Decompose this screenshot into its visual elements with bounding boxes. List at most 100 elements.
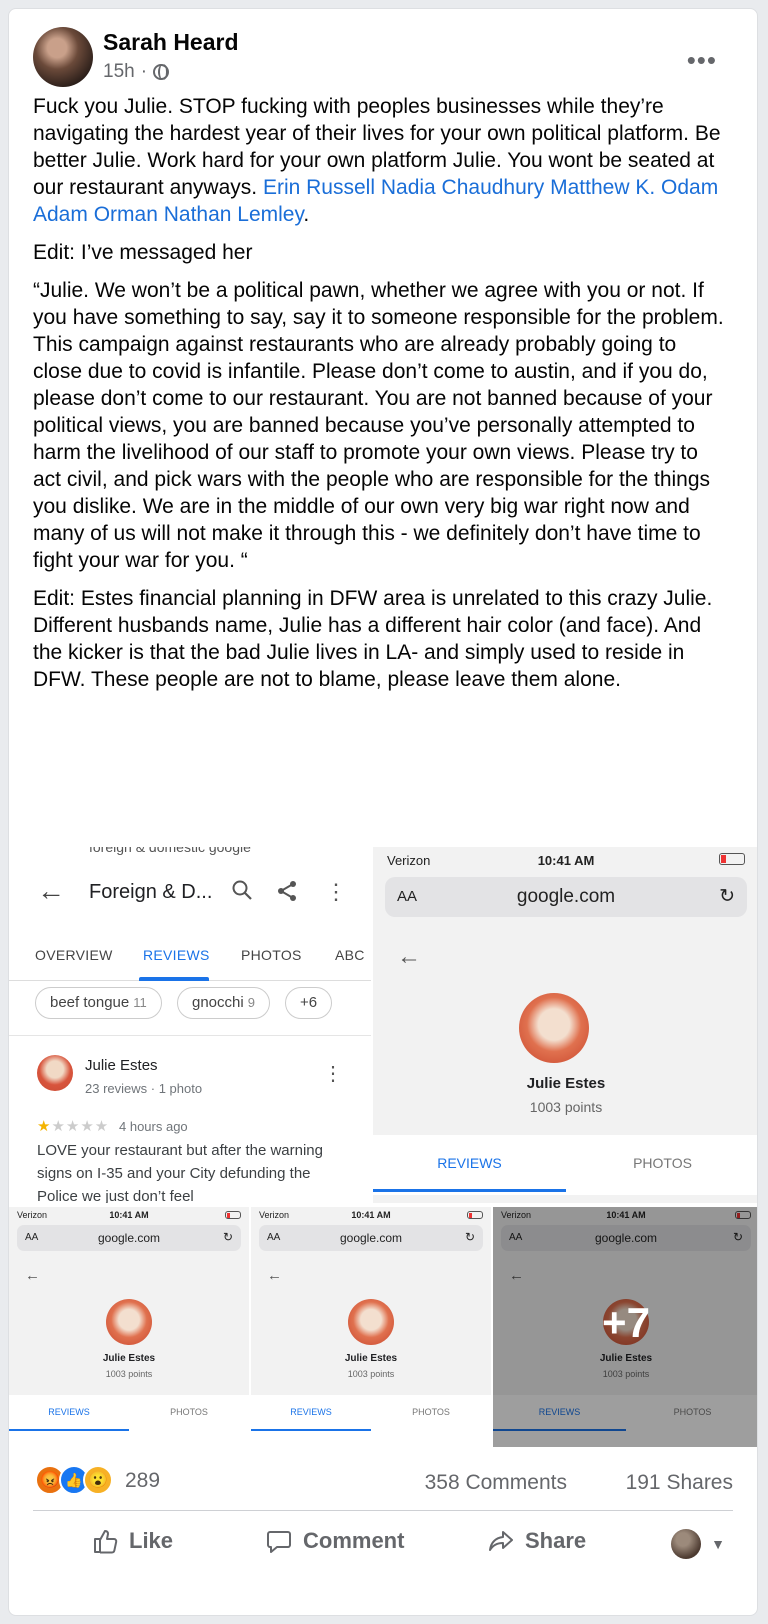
like-label: Like	[129, 1528, 174, 1553]
back-arrow-icon: ←	[267, 1267, 282, 1284]
battery-icon	[225, 1211, 241, 1219]
tab-photos: PHOTOS	[170, 1407, 208, 1417]
share-button[interactable]: Share	[487, 1527, 586, 1555]
clock: 10:41 AM	[537, 853, 595, 868]
chevron-down-icon: ▼	[711, 1536, 725, 1552]
tab-reviews: REVIEWS	[143, 947, 210, 963]
mention-link[interactable]: Nadia Chaudhury	[381, 176, 544, 199]
photo-gallery: foreign & domestic google ← Foreign & D.…	[9, 847, 757, 1447]
share-label: Share	[525, 1528, 587, 1553]
clock: 10:41 AM	[351, 1210, 391, 1220]
post-text: Different husbands name, Julie has a dif…	[33, 614, 702, 691]
comment-icon	[267, 1531, 291, 1553]
browser-url-bar: AA google.com ↻	[17, 1225, 241, 1251]
action-bar: Like Comment Share ▼	[33, 1513, 733, 1575]
reaction-count[interactable]: 289	[125, 1469, 160, 1493]
post-paragraph: Fuck you Julie. STOP fucking with people…	[33, 93, 727, 228]
tab-photos: PHOTOS	[241, 947, 302, 963]
photo-tile[interactable]: Verizon 10:41 AM AA google.com ↻ ← Julie…	[251, 1207, 491, 1447]
chip-count: 9	[247, 995, 255, 1010]
post-paragraph: Edit: I’ve messaged her	[33, 241, 253, 264]
profile-points: 1003 points	[347, 1369, 395, 1379]
divider	[9, 1035, 371, 1036]
more-options-icon[interactable]: •••	[687, 45, 717, 76]
profile-avatar	[519, 993, 589, 1063]
post-header: Sarah Heard 15h · •••	[33, 21, 733, 87]
reaction-stats: 😡 👍 😮 289 358 Comments 191 Shares	[33, 1455, 733, 1511]
active-tab-indicator	[251, 1429, 371, 1431]
tab-overview: OVERVIEW	[35, 947, 113, 963]
comment-label: Comment	[303, 1528, 405, 1553]
author-name[interactable]: Sarah Heard	[103, 29, 239, 56]
maps-tabs: OVERVIEW REVIEWS PHOTOS ABC	[9, 935, 371, 981]
comments-count[interactable]: 358 Comments	[425, 1471, 567, 1495]
comment-button[interactable]: Comment	[265, 1527, 404, 1555]
post-time[interactable]: 15h	[103, 61, 135, 83]
tab-photos: PHOTOS	[633, 1155, 692, 1171]
mention-link[interactable]: Erin Russell	[263, 176, 375, 199]
shares-count[interactable]: 191 Shares	[626, 1471, 733, 1495]
mention-link[interactable]: Adam Orman	[33, 203, 158, 226]
reload-icon: ↻	[719, 886, 735, 907]
globe-icon[interactable]	[153, 64, 170, 80]
active-tab-indicator	[9, 1429, 129, 1431]
reviewer-avatar	[37, 1055, 73, 1091]
more-photos-count[interactable]: +7	[493, 1299, 757, 1347]
overflow-menu-icon: ⋮	[325, 879, 347, 904]
chip-label: beef tongue	[50, 994, 130, 1011]
tab-reviews: REVIEWS	[290, 1407, 332, 1417]
share-icon	[275, 879, 299, 909]
post-text: .	[303, 203, 310, 226]
post-card: Sarah Heard 15h · ••• Fuck you Julie. ST…	[8, 8, 758, 1616]
topic-chip: beef tongue 11	[35, 987, 162, 1019]
profile-name: Julie Estes	[344, 1353, 398, 1364]
thumbs-up-icon	[94, 1530, 118, 1554]
browser-url-bar: AA google.com ↻	[259, 1225, 483, 1251]
star-filled-icon: ★	[37, 1118, 52, 1135]
tab-reviews: REVIEWS	[48, 1407, 90, 1417]
like-button[interactable]: Like	[91, 1527, 173, 1555]
meta-separator: ·	[140, 61, 148, 82]
review-menu-icon: ⋮	[323, 1063, 343, 1085]
post-body: Fuck you Julie. STOP fucking with people…	[33, 93, 727, 704]
topic-chip: gnocchi 9	[177, 987, 270, 1019]
back-arrow-icon: ←	[25, 1267, 40, 1284]
photo-tile[interactable]: foreign & domestic google ← Foreign & D.…	[9, 847, 371, 1203]
profile-avatar	[106, 1299, 152, 1345]
tab-about: ABC	[335, 947, 365, 963]
search-icon	[231, 879, 253, 907]
reload-icon: ↻	[464, 1230, 475, 1244]
post-paragraph: Different husbands name, Julie has a dif…	[33, 612, 727, 693]
chip-count: 11	[133, 995, 147, 1010]
post-as-selector[interactable]: ▼	[671, 1529, 725, 1559]
place-title: Foreign & D...	[89, 881, 213, 903]
chip-label: gnocchi	[192, 994, 244, 1011]
browser-url-bar: AA google.com ↻	[385, 877, 747, 917]
profile-points: 1003 points	[529, 1099, 603, 1115]
active-tab-indicator	[373, 1189, 566, 1192]
mention-link[interactable]: Nathan Lemley	[164, 203, 304, 226]
back-arrow-icon: ←	[37, 875, 65, 906]
profile-tabs: REVIEWS PHOTOS	[373, 1135, 757, 1195]
author-avatar[interactable]	[33, 27, 93, 87]
profile-name: Julie Estes	[102, 1353, 156, 1364]
mention-link[interactable]: Matthew K. Odam	[550, 176, 718, 199]
photo-tile[interactable]: Verizon 10:41 AM AA google.com ↻ ← Julie…	[373, 847, 757, 1203]
battery-icon	[467, 1211, 483, 1219]
wow-reaction-icon: 😮	[83, 1465, 113, 1495]
battery-icon	[719, 853, 745, 865]
reaction-icons[interactable]: 😡 👍 😮	[35, 1465, 113, 1495]
photo-tile-more[interactable]: Verizon 10:41 AM AA google.com ↻ ← Julie…	[493, 1207, 757, 1447]
cropped-search-text: foreign & domestic google	[89, 847, 251, 855]
profile-avatar	[348, 1299, 394, 1345]
post-text: Edit: Estes financial planning in DFW ar…	[33, 587, 713, 610]
post-paragraph: “Julie. We won’t be a political pawn, wh…	[33, 279, 724, 572]
url-text: google.com	[97, 1231, 161, 1245]
post-meta: 15h ·	[103, 61, 170, 83]
tab-reviews: REVIEWS	[437, 1155, 502, 1171]
photo-tile[interactable]: Verizon 10:41 AM AA google.com ↻ ← Julie…	[9, 1207, 249, 1447]
reload-icon: ↻	[222, 1230, 233, 1244]
url-text: google.com	[516, 886, 616, 907]
reviewer-name: Julie Estes	[85, 1057, 158, 1074]
clock: 10:41 AM	[109, 1210, 149, 1220]
